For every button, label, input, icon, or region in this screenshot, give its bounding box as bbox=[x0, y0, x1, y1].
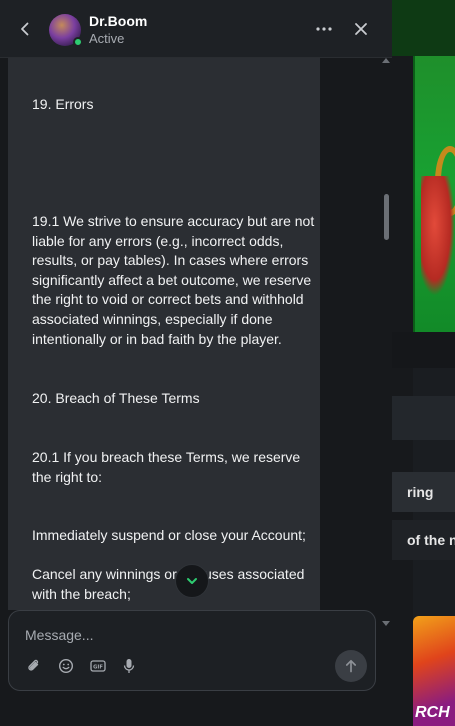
chevron-down-icon bbox=[187, 578, 197, 584]
more-horizontal-icon bbox=[316, 27, 332, 31]
chat-footer bbox=[0, 691, 392, 726]
game-thumbnail-title: RCH bbox=[415, 704, 450, 721]
message-list[interactable]: 19. Errors 19.1 We strive to ensure accu… bbox=[0, 58, 392, 610]
gif-icon: GIF bbox=[90, 660, 106, 672]
background-row bbox=[385, 396, 455, 440]
scroll-down-arrow[interactable] bbox=[382, 621, 390, 626]
gif-button[interactable]: GIF bbox=[88, 655, 108, 677]
message-paragraph: 19.1 We strive to ensure accuracy but ar… bbox=[32, 213, 315, 347]
send-button[interactable] bbox=[335, 650, 367, 682]
message-paragraph: Cancel any winnings or bonuses associate… bbox=[32, 566, 305, 602]
background-card-title: ring bbox=[407, 484, 434, 500]
back-arrow-icon bbox=[21, 22, 29, 36]
microphone-icon bbox=[123, 659, 135, 673]
message-scrollbar[interactable] bbox=[381, 58, 392, 634]
attach-button[interactable] bbox=[24, 655, 44, 677]
svg-text:GIF: GIF bbox=[93, 665, 103, 671]
background-top-strip bbox=[385, 0, 455, 56]
message-input[interactable] bbox=[25, 625, 355, 645]
emoji-icon bbox=[58, 658, 74, 674]
close-button[interactable] bbox=[350, 17, 372, 41]
background-page: ring of the n RCH bbox=[385, 0, 455, 726]
game-character-art bbox=[421, 176, 455, 296]
emoji-button[interactable] bbox=[56, 655, 76, 677]
back-button[interactable] bbox=[14, 17, 36, 41]
scrollbar-thumb[interactable] bbox=[384, 194, 389, 240]
background-band bbox=[385, 332, 455, 368]
paperclip-icon bbox=[28, 659, 39, 671]
arrow-up-icon bbox=[345, 659, 357, 673]
message-paragraph: 20. Breach of These Terms bbox=[32, 390, 200, 406]
background-card-title: of the n bbox=[407, 532, 455, 548]
online-status-dot bbox=[73, 37, 83, 47]
jump-to-latest-button[interactable] bbox=[175, 564, 209, 598]
message-paragraph: Immediately suspend or close your Accoun… bbox=[32, 527, 306, 543]
chat-header: Dr.Boom Active bbox=[0, 0, 392, 58]
message-paragraph: 19. Errors bbox=[32, 96, 94, 112]
message-paragraph: 20.1 If you breach these Terms, we reser… bbox=[32, 449, 301, 485]
message-bubble: 19. Errors 19.1 We strive to ensure accu… bbox=[8, 58, 320, 610]
message-composer: GIF bbox=[8, 610, 376, 691]
contact-status: Active bbox=[89, 31, 125, 46]
chat-panel: Dr.Boom Active 19. Errors 19.1 We strive… bbox=[0, 0, 392, 726]
more-options-button[interactable] bbox=[312, 19, 336, 39]
contact-name: Dr.Boom bbox=[89, 13, 148, 29]
close-icon bbox=[355, 23, 367, 35]
voice-message-button[interactable] bbox=[119, 655, 139, 677]
scroll-up-arrow[interactable] bbox=[382, 58, 390, 63]
game-banner[interactable] bbox=[413, 56, 455, 332]
